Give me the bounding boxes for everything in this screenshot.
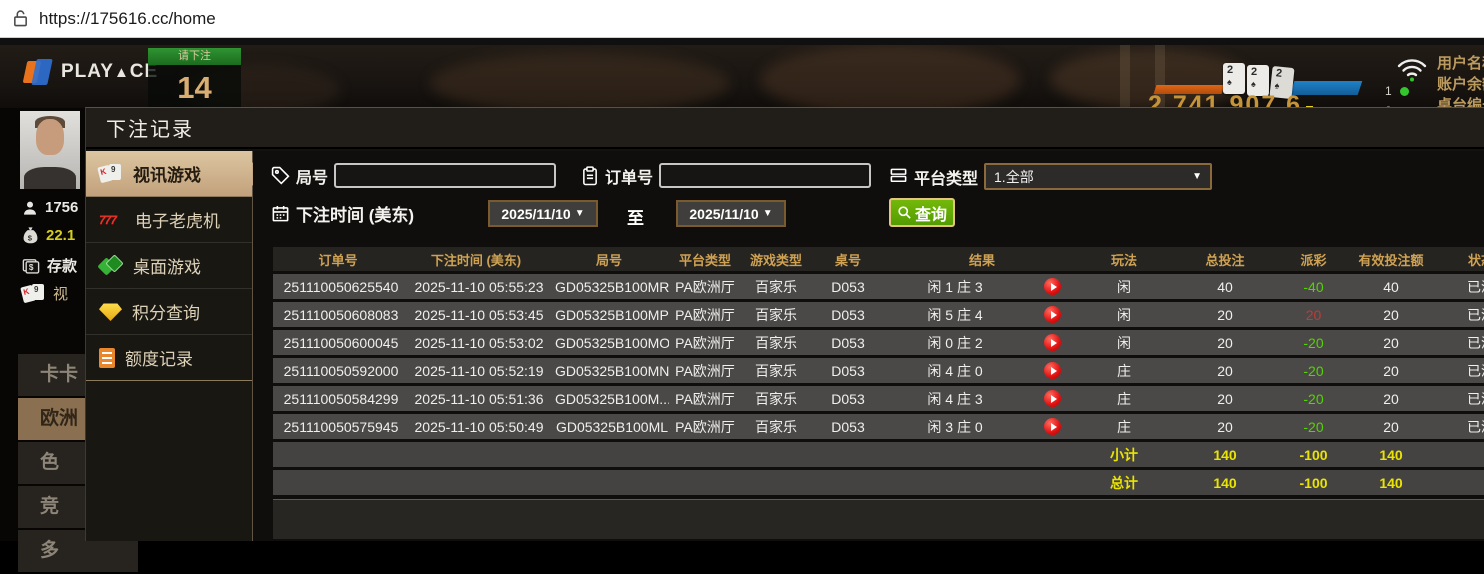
replay-video-button[interactable] [1043, 390, 1061, 408]
account-status-panel: 用户名称 账户余额 桌台编号 [1437, 53, 1484, 108]
slot-777-icon: 777 [99, 212, 117, 227]
round-label: 局号 [296, 169, 329, 187]
order-label: 订单号 [605, 169, 654, 187]
deposit-icon: $ [22, 258, 40, 274]
table-row: 251110050625540 2025-11-10 05:55:23 GD053… [273, 274, 1484, 299]
avatar [20, 111, 80, 189]
sidebar-item-credit-records[interactable]: 额度记录 [86, 335, 252, 381]
server-icon [890, 168, 907, 183]
cards-icon: K9 [20, 283, 46, 304]
replay-video-button[interactable] [1043, 362, 1061, 380]
user-icon [24, 201, 36, 215]
balance-label: 账户余额 [1437, 76, 1484, 93]
chevron-down-icon: ▼ [762, 208, 773, 219]
subtotal-label: 小计 [1079, 442, 1170, 467]
video-games-row[interactable]: K9 视 [20, 283, 69, 304]
time-label: 下注时间 (美东) [296, 206, 415, 225]
deposit-label: 存款 [47, 258, 78, 275]
round-filter-group: 局号 [271, 163, 557, 188]
replay-video-button[interactable] [1043, 334, 1061, 352]
date-range-separator: 至 [627, 209, 644, 228]
time-filter-group: 下注时间 (美东) [271, 201, 414, 226]
bet-records-modal: 下注记录 K9 视讯游戏 777 电子老虎机 桌面游戏 积分查询 额度记录 局号 [85, 107, 1484, 541]
tag-icon [271, 166, 290, 185]
video-blob [760, 45, 1020, 108]
sidebar-item-table-games[interactable]: 桌面游戏 [86, 243, 252, 289]
bet-banner-label: 请下注 [148, 48, 241, 65]
date-to-picker[interactable]: 2025/11/10 ▼ [676, 200, 786, 227]
bet-countdown: 14 [148, 65, 241, 108]
replay-video-button[interactable] [1043, 278, 1061, 296]
table-row: 251110050608083 2025-11-10 05:53:45 GD053… [273, 302, 1484, 327]
document-icon [99, 347, 115, 368]
modal-sidebar: K9 视讯游戏 777 电子老虎机 桌面游戏 积分查询 额度记录 [86, 151, 263, 541]
username-label: 用户名称 [1437, 55, 1484, 72]
balance-row: $ 22.1 [22, 226, 75, 244]
deposit-row[interactable]: $ 存款 [22, 255, 77, 276]
sidebar-item-video-games[interactable]: K9 视讯游戏 [86, 151, 263, 197]
svg-text:$: $ [29, 262, 34, 272]
browser-edge [0, 38, 1484, 45]
order-input[interactable] [659, 163, 872, 188]
round-input[interactable] [334, 163, 557, 188]
search-icon [898, 206, 911, 219]
live-video-strip: PLAY▲CE 请下注 14 2♠ 2♠ 2♠ 2,741,907.6 用户名称… [0, 45, 1484, 108]
video-games-label: 视 [53, 286, 69, 303]
playace-logo: PLAY▲CE [22, 59, 158, 85]
playace-logo-icon [22, 59, 53, 85]
user-id-row: 1756 [22, 199, 78, 216]
table-header-row: 订单号 下注时间 (美东) 局号 平台类型 游戏类型 桌号 结果 玩法 总投注 派彩 有效… [273, 247, 1484, 271]
diamond-icon [99, 303, 122, 321]
platform-filter-group: 平台类型 1.全部 ▼ [889, 163, 1213, 190]
light-streak [1120, 45, 1130, 108]
lock-icon [14, 10, 27, 27]
dealt-cards: 2 ♠ 2 ♠ 2 ♠ [1223, 63, 1295, 100]
jackpot-amount: 2,741,907.6 [1148, 91, 1314, 108]
url-text[interactable]: https://175616.cc/home [39, 9, 216, 29]
replay-video-button[interactable] [1043, 306, 1061, 324]
bet-countdown-box: 请下注 14 [148, 48, 241, 108]
order-filter-group: 订单号 [581, 163, 872, 188]
modal-title: 下注记录 [106, 119, 194, 141]
status-index-column: 1 2 [1385, 81, 1431, 108]
table-footer-space [273, 499, 1484, 539]
query-button[interactable]: 查询 [889, 198, 955, 227]
money-bag-icon: $ [23, 227, 38, 244]
video-blob [430, 53, 730, 108]
balance-amount: 22.1 [46, 226, 76, 244]
sidebar-item-slots[interactable]: 777 电子老虎机 [86, 197, 252, 243]
total-label: 总计 [1079, 470, 1170, 495]
platform-label: 平台类型 [914, 170, 979, 188]
platform-select[interactable]: 1.全部 ▼ [984, 163, 1213, 190]
modal-content: 局号 订单号 平台类型 1.全部 ▼ 下注时间 (美东) 2025/11/10 … [253, 151, 1484, 541]
subtotal-row: 小计 140 -100 140 [273, 442, 1484, 467]
replay-video-button[interactable] [1043, 418, 1061, 436]
clipboard-icon [583, 165, 597, 185]
table-row: 251110050600045 2025-11-10 05:53:02 GD053… [273, 330, 1484, 355]
sidebar-item-points[interactable]: 积分查询 [86, 289, 252, 335]
table-row: 251110050584299 2025-11-10 05:51:36 GD053… [273, 386, 1484, 411]
modal-header: 下注记录 [86, 108, 1484, 149]
wifi-icon [1397, 59, 1427, 82]
cards-icon: K9 [97, 163, 123, 184]
chevron-down-icon: ▼ [574, 208, 585, 219]
bet-records-table: 订单号 下注时间 (美东) 局号 平台类型 游戏类型 桌号 结果 玩法 总投注 派彩 有效… [273, 244, 1484, 539]
green-dot [1399, 86, 1409, 96]
address-bar: https://175616.cc/home [0, 0, 1484, 38]
date-from-picker[interactable]: 2025/11/10 ▼ [488, 200, 598, 227]
card: 2 ♠ [1223, 63, 1245, 94]
table-games-icon [97, 253, 124, 277]
user-id: 1756 [45, 199, 79, 216]
total-row: 总计 140 -100 140 [273, 470, 1484, 495]
table-row: 251110050592000 2025-11-10 05:52:19 GD053… [273, 358, 1484, 383]
calendar-icon [272, 205, 289, 222]
table-row: 251110050575945 2025-11-10 05:50:49 GD053… [273, 414, 1484, 439]
chevron-down-icon: ▼ [1192, 171, 1203, 182]
